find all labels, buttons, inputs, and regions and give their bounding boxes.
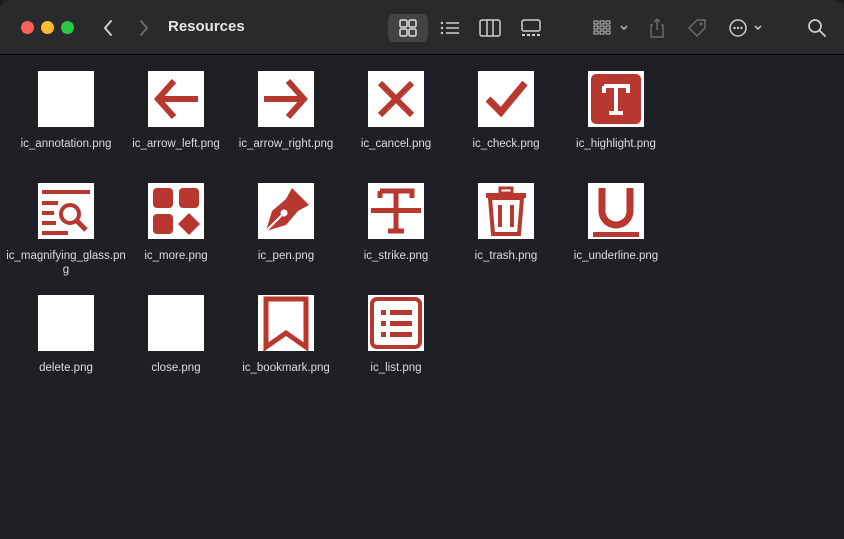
- file-name: ic_cancel.png: [360, 138, 432, 150]
- file-grid: ic_annotation.png ic_arrow_left.png ic_arr…: [0, 56, 844, 539]
- forward-button[interactable]: [134, 16, 154, 40]
- blank-thumbnail: [148, 295, 204, 351]
- blank-thumbnail: [38, 71, 94, 127]
- column-view-button[interactable]: [476, 14, 504, 42]
- group-grid-icon: [593, 20, 628, 35]
- back-button[interactable]: [98, 16, 118, 40]
- search-icon: [808, 19, 826, 37]
- grid-icon: [399, 19, 417, 37]
- columns-icon: [479, 19, 501, 37]
- file-name: ic_annotation.png: [20, 138, 112, 150]
- chevron-right-icon: [140, 20, 149, 36]
- file-name: ic_more.png: [144, 250, 208, 262]
- toolbar: Resources: [0, 0, 844, 55]
- file-name: ic_pen.png: [257, 250, 315, 262]
- highlight-icon: [588, 71, 644, 127]
- check-icon: [478, 71, 534, 127]
- gallery-icon: [521, 19, 541, 36]
- gallery-view-button[interactable]: [517, 14, 545, 42]
- file-name: ic_arrow_right.png: [238, 138, 334, 150]
- ellipsis-circle-icon: [729, 19, 762, 37]
- close-window-button[interactable]: [21, 21, 34, 34]
- file-name: ic_strike.png: [363, 250, 429, 262]
- list-icon: [368, 295, 424, 351]
- pen-icon: [258, 183, 314, 239]
- list-view-button[interactable]: [436, 14, 464, 42]
- trash-icon: [478, 183, 534, 239]
- file-name: ic_magnifying_glass.png: [6, 250, 126, 276]
- cancel-icon: [368, 71, 424, 127]
- tag-icon: [688, 19, 706, 37]
- file-name: ic_highlight.png: [576, 138, 656, 150]
- finder-window: Resources ic_annotation.png ic_arrow_lef…: [0, 0, 844, 539]
- file-name: ic_bookmark.png: [242, 362, 330, 374]
- magnifying-glass-icon: [38, 183, 94, 239]
- list-icon: [440, 21, 459, 35]
- arrow-left-icon: [148, 71, 204, 127]
- search-button[interactable]: [805, 16, 829, 40]
- file-name: ic_list.png: [370, 362, 422, 374]
- strike-icon: [368, 183, 424, 239]
- file-name: ic_arrow_left.png: [132, 138, 220, 150]
- file-name: ic_trash.png: [474, 250, 538, 262]
- file-name: ic_underline.png: [573, 250, 659, 262]
- icon-view-button[interactable]: [388, 14, 428, 42]
- share-button[interactable]: [645, 14, 669, 42]
- more-icon: [148, 183, 204, 239]
- share-icon: [650, 17, 664, 38]
- file-name: delete.png: [39, 362, 93, 374]
- minimize-window-button[interactable]: [41, 21, 54, 34]
- window-title: Resources: [168, 18, 245, 35]
- group-by-button[interactable]: [588, 14, 632, 42]
- arrow-right-icon: [258, 71, 314, 127]
- file-name: ic_check.png: [472, 138, 540, 150]
- chevron-left-icon: [103, 20, 112, 36]
- more-actions-button[interactable]: [726, 14, 766, 42]
- zoom-window-button[interactable]: [61, 21, 74, 34]
- file-name: close.png: [151, 362, 201, 374]
- blank-thumbnail: [38, 295, 94, 351]
- tag-button[interactable]: [684, 14, 710, 42]
- bookmark-icon: [258, 295, 314, 351]
- underline-icon: [588, 183, 644, 239]
